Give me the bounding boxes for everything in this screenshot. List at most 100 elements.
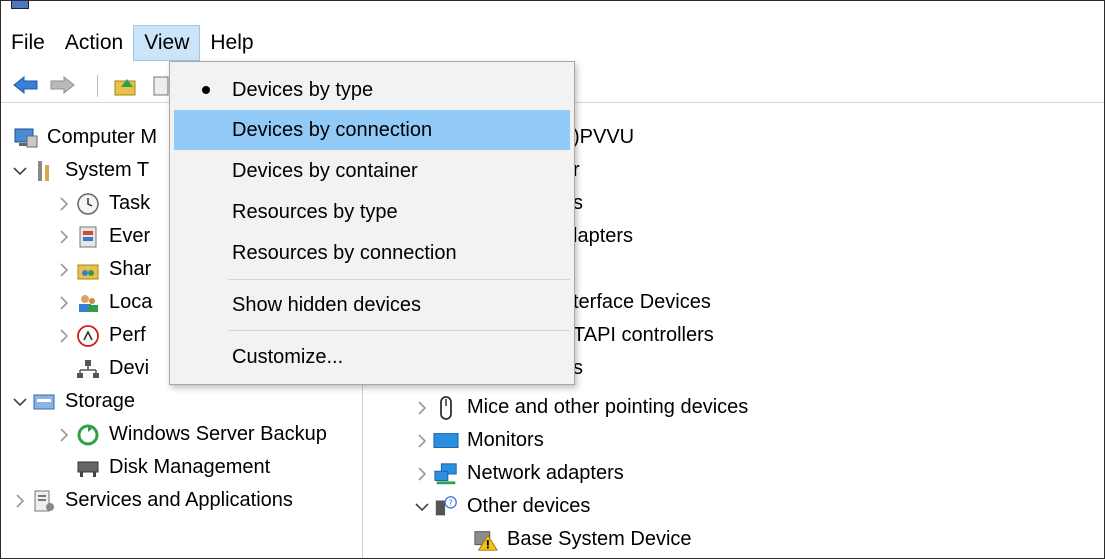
chevron-down-icon[interactable] <box>9 166 31 176</box>
list-item-label: lapters <box>573 225 634 247</box>
list-item-label: )PVVU <box>573 126 635 148</box>
tree-item-device-manager[interactable]: Devi <box>75 352 149 385</box>
list-item-label: TAPI controllers <box>573 324 714 346</box>
chevron-right-icon[interactable] <box>53 229 75 244</box>
menu-separator <box>228 330 570 331</box>
tree-item-label: Disk Management <box>109 456 271 478</box>
tree-item-shared-folders[interactable]: Shar <box>53 253 151 286</box>
menu-item-devices-by-type[interactable]: Devices by type <box>174 70 570 110</box>
device-base-system-device[interactable]: Base System Device <box>473 523 692 556</box>
device-category-other-devices[interactable]: ? Other devices <box>411 490 590 523</box>
event-viewer-icon <box>75 225 101 249</box>
svg-text:?: ? <box>448 497 452 507</box>
menu-item-customize[interactable]: Customize... <box>174 337 570 377</box>
forward-arrow-icon[interactable] <box>49 75 75 95</box>
chevron-right-icon[interactable] <box>53 196 75 211</box>
tree-item-label: Task <box>109 192 151 214</box>
tree-item-label: Windows Server Backup <box>109 423 327 445</box>
chevron-right-icon[interactable] <box>53 262 75 277</box>
list-item[interactable]: terface Devices <box>573 286 711 319</box>
tree-item-local-users[interactable]: Loca <box>53 286 152 319</box>
chevron-down-icon[interactable] <box>9 397 31 407</box>
list-item[interactable]: TAPI controllers <box>573 319 714 352</box>
storage-icon <box>31 390 57 414</box>
tree-item-task-scheduler[interactable]: Task <box>53 187 150 220</box>
menu-item-label: Customize... <box>232 346 344 368</box>
chevron-right-icon[interactable] <box>53 427 75 442</box>
menu-item-label: Devices by container <box>232 160 418 182</box>
app-icon <box>11 1 29 9</box>
tree-item-event-viewer[interactable]: Ever <box>53 220 150 253</box>
chevron-down-icon[interactable] <box>411 502 433 512</box>
chevron-right-icon[interactable] <box>411 466 433 481</box>
tree-item-label: Loca <box>109 291 153 313</box>
tree-item-disk-management[interactable]: Disk Management <box>75 451 270 484</box>
network-adapter-icon <box>433 462 459 486</box>
toolbar-separator <box>97 75 98 97</box>
tree-item-performance[interactable]: Perf <box>53 319 146 352</box>
list-item-label: terface Devices <box>573 291 711 313</box>
list-item-label: Mice and other pointing devices <box>467 396 749 418</box>
shared-folder-icon <box>75 258 101 282</box>
tree-item-services-and-applications[interactable]: Services and Applications <box>9 484 293 517</box>
back-arrow-icon[interactable] <box>13 75 38 95</box>
menu-item-label: Devices by connection <box>232 119 433 141</box>
unknown-device-icon: ? <box>433 495 459 519</box>
computer-management-icon <box>13 126 39 150</box>
backup-icon <box>75 423 101 447</box>
performance-icon <box>75 324 101 348</box>
tree-item-label: Storage <box>65 390 136 412</box>
menu-view[interactable]: View <box>133 25 201 61</box>
list-item-label: Other devices <box>467 495 591 517</box>
list-item[interactable]: lapters <box>573 220 633 253</box>
list-item-label: Base System Device <box>507 528 692 550</box>
device-manager-icon <box>75 357 101 381</box>
menu-item-label: Devices by type <box>232 79 374 101</box>
menu-item-show-hidden-devices[interactable]: Show hidden devices <box>174 285 570 325</box>
list-item-label: Network adapters <box>467 462 624 484</box>
mouse-icon <box>433 395 459 420</box>
chevron-right-icon[interactable] <box>9 493 31 508</box>
device-category-network-adapters[interactable]: Network adapters <box>411 457 624 490</box>
tree-item-system-tools[interactable]: System T <box>9 154 149 187</box>
disk-icon <box>75 456 101 480</box>
menu-item-label: Resources by type <box>232 201 398 223</box>
menu-item-resources-by-connection[interactable]: Resources by connection <box>174 233 570 273</box>
tools-icon <box>31 159 57 183</box>
menu-help[interactable]: Help <box>200 25 263 61</box>
chevron-right-icon[interactable] <box>411 400 433 415</box>
menu-action[interactable]: Action <box>55 25 133 61</box>
menu-separator <box>228 279 570 280</box>
services-icon <box>31 489 57 513</box>
list-item[interactable]: )PVVU <box>573 121 634 154</box>
tree-item-label: Perf <box>109 324 146 346</box>
tree-item-label: Computer M <box>47 126 158 148</box>
menu-item-resources-by-type[interactable]: Resources by type <box>174 192 570 232</box>
chevron-right-icon[interactable] <box>53 295 75 310</box>
users-icon <box>75 291 101 315</box>
tree-item-windows-server-backup[interactable]: Windows Server Backup <box>53 418 327 451</box>
tree-item-label: System T <box>65 159 150 181</box>
tree-item-storage[interactable]: Storage <box>9 385 135 418</box>
mmc-window: File Action View Help Computer M System … <box>0 0 1105 559</box>
tree-item-label: Shar <box>109 258 152 280</box>
menu-item-devices-by-container[interactable]: Devices by container <box>174 151 570 191</box>
view-menu-dropdown: Devices by type Devices by connection De… <box>169 61 575 385</box>
monitor-icon <box>433 429 459 453</box>
device-category-mice[interactable]: Mice and other pointing devices <box>411 391 748 424</box>
menu-file[interactable]: File <box>1 25 55 61</box>
chevron-right-icon[interactable] <box>53 328 75 343</box>
menu-item-devices-by-connection[interactable]: Devices by connection <box>174 110 570 150</box>
radio-bullet-icon <box>202 86 210 94</box>
menu-item-label: Resources by connection <box>232 242 457 264</box>
menu-item-label: Show hidden devices <box>232 294 422 316</box>
clock-icon <box>75 192 101 216</box>
tree-item-label: Services and Applications <box>65 489 293 511</box>
warning-device-icon <box>473 528 499 552</box>
folder-up-icon[interactable] <box>113 75 137 96</box>
tree-item-label: Ever <box>109 225 151 247</box>
device-category-monitors[interactable]: Monitors <box>411 424 544 457</box>
tree-item-computer-management[interactable]: Computer M <box>13 121 157 154</box>
chevron-right-icon[interactable] <box>411 433 433 448</box>
menu-bar: File Action View Help <box>1 25 1104 61</box>
